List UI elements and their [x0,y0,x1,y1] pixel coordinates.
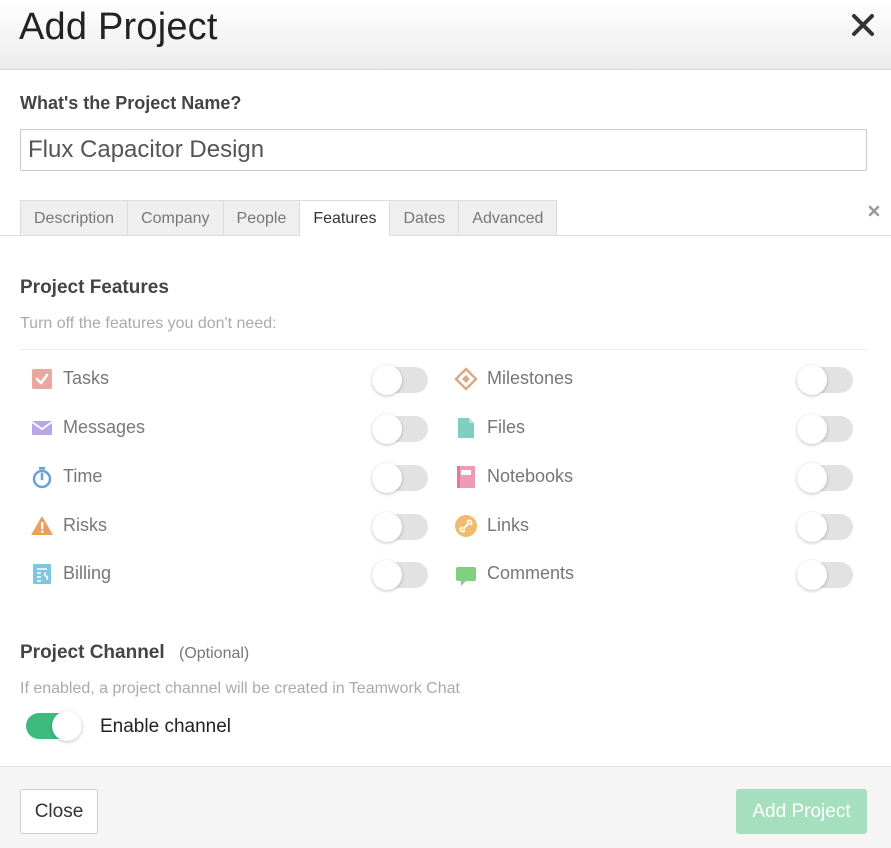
feature-label: Notebooks [487,466,574,486]
close-button[interactable]: Close [20,789,98,834]
feature-label: Messages [63,417,146,437]
comments-toggle[interactable] [797,560,853,590]
risks-icon [30,514,54,538]
billing-toggle[interactable] [372,560,428,590]
tab-bar: Description Company People Features Date… [20,200,558,237]
enable-channel-label[interactable]: Enable channel [100,716,231,738]
toggle-knob [797,365,827,395]
feature-label: Billing [63,563,112,583]
toggle-knob [372,365,402,395]
risks-toggle[interactable] [372,512,428,542]
toggle-knob [797,512,827,542]
messages-icon [30,416,54,440]
toggle-knob [372,414,402,444]
files-icon [454,416,478,440]
time-toggle[interactable] [372,463,428,493]
tab-description[interactable]: Description [20,200,128,236]
feature-label: Risks [63,515,107,535]
feature-label: Milestones [487,368,574,388]
feature-label: Files [487,417,526,437]
toggle-knob [797,414,827,444]
toggle-knob [52,711,82,741]
modal-header: Add Project [0,0,891,70]
tab-company[interactable]: Company [127,200,223,236]
tab-dates[interactable]: Dates [389,200,459,236]
close-tabs-icon[interactable] [866,202,882,220]
billing-icon [30,562,54,586]
enable-channel-toggle[interactable] [26,711,82,741]
modal-footer: Close Add Project [0,766,891,848]
tab-people[interactable]: People [222,200,300,236]
notebooks-toggle[interactable] [797,463,853,493]
channel-title: Project Channel [20,642,165,663]
features-title: Project Features [20,277,169,298]
feature-label: Comments [487,563,575,583]
tab-features[interactable]: Features [299,200,390,237]
close-icon[interactable] [849,10,877,40]
feature-label: Links [487,515,530,535]
features-subtitle: Turn off the features you don't need: [20,315,277,332]
messages-toggle[interactable] [372,414,428,444]
add-project-button[interactable]: Add Project [736,789,867,834]
notebooks-icon [454,465,478,489]
channel-optional-label: (Optional) [179,645,250,662]
links-icon [454,514,478,538]
milestones-toggle[interactable] [797,365,853,395]
project-name-input[interactable] [20,129,867,171]
toggle-knob [797,463,827,493]
feature-label: Time [63,466,103,486]
tasks-toggle[interactable] [372,365,428,395]
tab-advanced[interactable]: Advanced [458,200,558,236]
modal-title: Add Project [19,6,218,48]
links-toggle[interactable] [797,512,853,542]
time-icon [30,465,54,489]
comments-icon [454,562,478,586]
features-divider [20,349,867,350]
toggle-knob [372,560,402,590]
tasks-icon [30,367,54,391]
toggle-knob [797,560,827,590]
milestones-icon [454,367,478,391]
toggle-knob [372,512,402,542]
files-toggle[interactable] [797,414,853,444]
toggle-knob [372,463,402,493]
channel-description: If enabled, a project channel will be cr… [20,680,460,697]
project-name-label: What's the Project Name? [20,93,242,113]
feature-label: Tasks [63,368,110,388]
